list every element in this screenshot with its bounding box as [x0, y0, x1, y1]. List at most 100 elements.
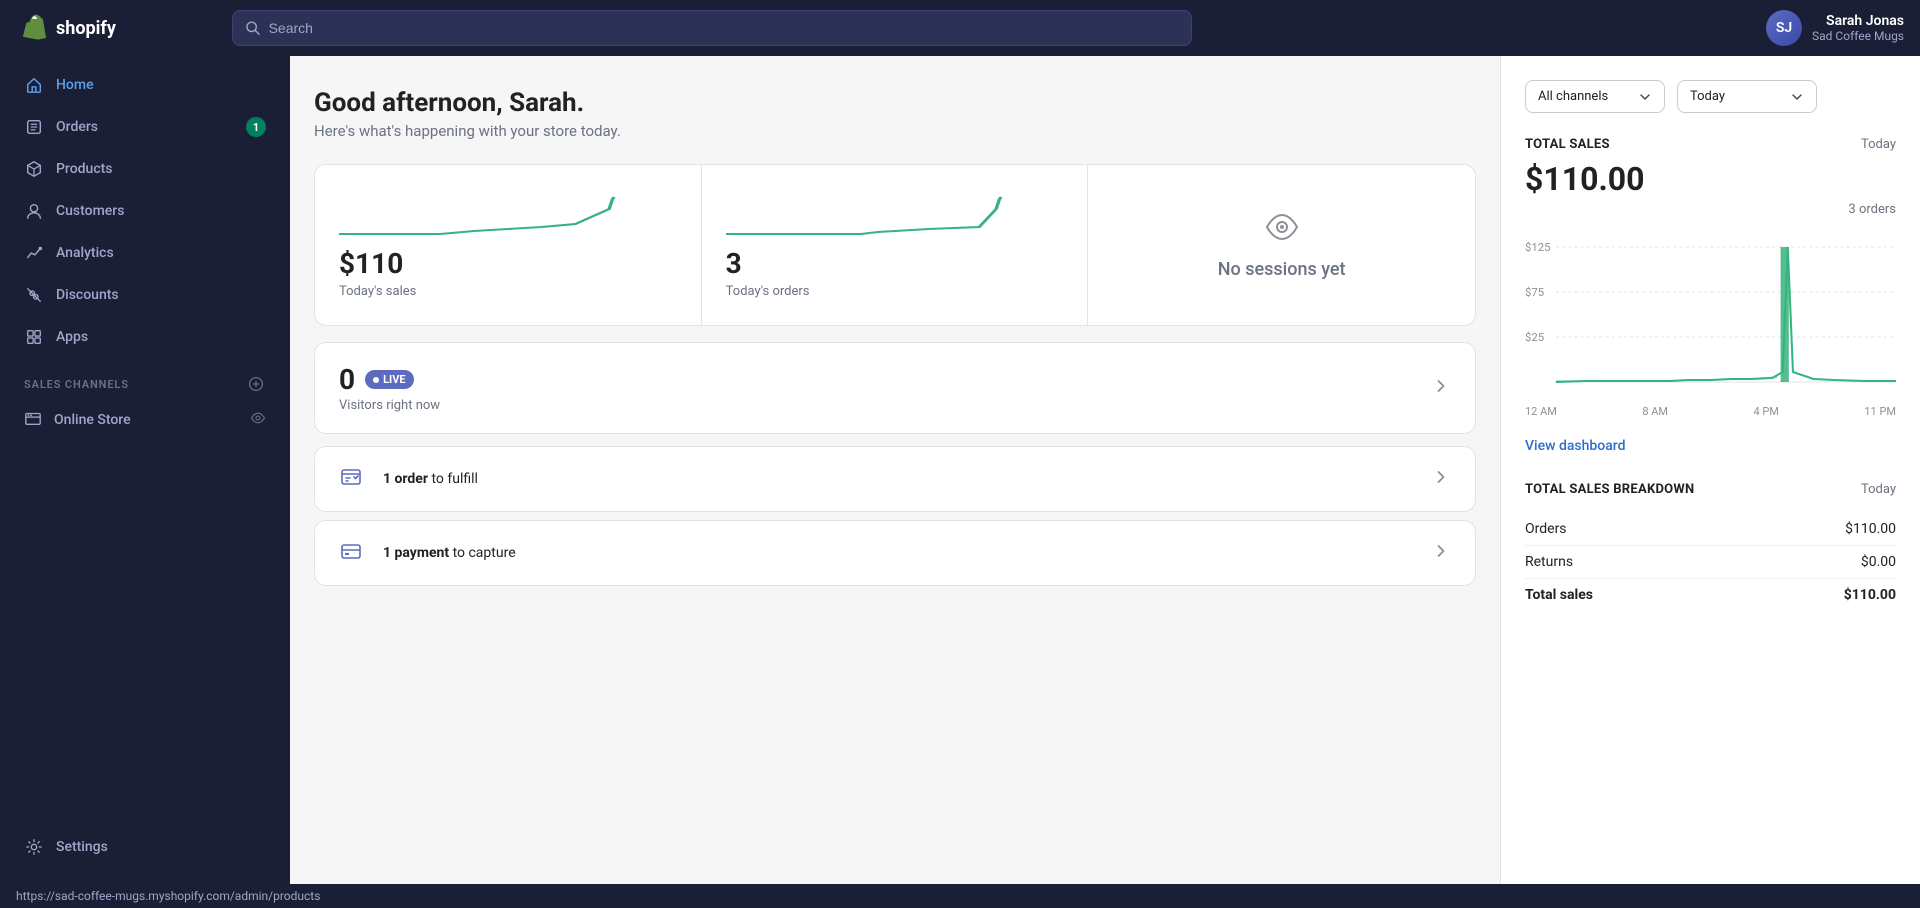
orders-label: Today's orders: [726, 284, 810, 299]
stat-card-sessions[interactable]: No sessions yet: [1088, 165, 1475, 325]
sidebar-item-home[interactable]: Home: [8, 65, 282, 105]
action-card-fulfill[interactable]: 1 order to fulfill: [314, 446, 1476, 512]
svg-text:$125: $125: [1525, 241, 1550, 254]
view-dashboard-link[interactable]: View dashboard: [1525, 438, 1896, 454]
live-label: LIVE: [383, 373, 406, 386]
analytics-icon: [24, 243, 44, 263]
total-sales-title: TOTAL SALES: [1525, 137, 1610, 152]
orders-badge: 1: [246, 117, 266, 137]
fulfill-rest: to fulfill: [428, 471, 478, 487]
visitors-info: 0 LIVE Visitors right now: [339, 363, 440, 413]
stats-grid: $110 Today's sales 3 Today's orders: [314, 164, 1476, 326]
logo[interactable]: shopify: [16, 12, 216, 44]
sidebar-item-customers[interactable]: Customers: [8, 191, 282, 231]
chart-label-11pm: 11 PM: [1864, 405, 1896, 418]
avatar: SJ: [1766, 10, 1802, 46]
add-channel-icon[interactable]: [246, 374, 266, 394]
fulfill-icon: [339, 465, 367, 493]
greeting-subtitle: Here's what's happening with your store …: [314, 122, 1476, 140]
statusbar: https://sad-coffee-mugs.myshopify.com/ad…: [0, 884, 1920, 908]
fulfill-count: 1 order: [383, 471, 428, 487]
sidebar-item-analytics[interactable]: Analytics: [8, 233, 282, 273]
sidebar-label-discounts: Discounts: [56, 287, 119, 303]
breakdown-value-orders: $110.00: [1845, 521, 1896, 537]
greeting-section: Good afternoon, Sarah. Here's what's hap…: [314, 88, 1476, 140]
main-content: Good afternoon, Sarah. Here's what's hap…: [290, 56, 1500, 884]
payment-count: 1 payment: [383, 545, 449, 561]
sidebar-item-products[interactable]: Products: [8, 149, 282, 189]
sidebar-item-online-store[interactable]: Online Store: [8, 399, 282, 441]
live-dot: [373, 377, 379, 383]
sidebar-label-customers: Customers: [56, 203, 124, 219]
chart-label-8am: 8 AM: [1642, 405, 1668, 418]
fulfill-chevron-icon: [1431, 467, 1451, 491]
breakdown-row-orders: Orders $110.00: [1525, 513, 1896, 546]
topbar: shopify SJ Sarah Jonas Sad Coffee Mugs: [0, 0, 1920, 56]
period-dropdown[interactable]: Today: [1677, 80, 1817, 113]
filter-row: All channels Today: [1525, 80, 1896, 113]
breakdown-row-returns: Returns $0.00: [1525, 546, 1896, 579]
live-badge: LIVE: [365, 370, 414, 389]
search-bar[interactable]: [232, 10, 1192, 46]
payment-text: 1 payment to capture: [383, 545, 516, 561]
sales-channels-label: SALES CHANNELS: [24, 378, 129, 391]
user-info: Sarah Jonas Sad Coffee Mugs: [1812, 13, 1904, 43]
sidebar-label-home: Home: [56, 77, 94, 93]
chevron-down-icon-2: [1790, 90, 1804, 104]
svg-text:$75: $75: [1525, 286, 1544, 299]
sales-chart: $125 $75 $25: [1525, 237, 1896, 397]
visitors-label: Visitors right now: [339, 398, 440, 413]
settings-icon: [24, 837, 44, 857]
breakdown-label-total: Total sales: [1525, 587, 1593, 603]
total-sales-period: Today: [1861, 137, 1896, 152]
user-store: Sad Coffee Mugs: [1812, 29, 1904, 43]
breakdown-value-returns: $0.00: [1861, 554, 1896, 570]
home-icon: [24, 75, 44, 95]
visitors-count: 0: [339, 363, 355, 396]
orders-mini-chart: [726, 189, 1064, 239]
apps-icon: [24, 327, 44, 347]
action-card-payment[interactable]: 1 payment to capture: [314, 520, 1476, 586]
breakdown-label-orders: Orders: [1525, 521, 1567, 537]
discounts-icon: [24, 285, 44, 305]
sidebar-label-apps: Apps: [56, 329, 88, 345]
breakdown-row-total: Total sales $110.00: [1525, 579, 1896, 611]
greeting-title: Good afternoon, Sarah.: [314, 88, 1476, 118]
period-dropdown-label: Today: [1690, 89, 1725, 104]
fulfill-text: 1 order to fulfill: [383, 471, 478, 487]
search-input[interactable]: [269, 20, 1179, 36]
visitors-card[interactable]: 0 LIVE Visitors right now: [314, 342, 1476, 434]
orders-icon: [24, 117, 44, 137]
online-store-icon: [24, 409, 42, 431]
right-panel: All channels Today TOTAL SALES Today $11…: [1500, 56, 1920, 884]
sidebar-item-settings[interactable]: Settings: [8, 827, 282, 867]
sidebar-label-analytics: Analytics: [56, 245, 114, 261]
total-sales-orders: 3 orders: [1848, 202, 1896, 217]
online-store-eye-icon[interactable]: [250, 410, 266, 430]
search-icon: [245, 20, 261, 36]
svg-text:$25: $25: [1525, 331, 1544, 344]
sidebar-item-orders[interactable]: Orders 1: [8, 107, 282, 147]
chart-label-4pm: 4 PM: [1753, 405, 1778, 418]
customers-icon: [24, 201, 44, 221]
payment-icon: [339, 539, 367, 567]
channels-dropdown[interactable]: All channels: [1525, 80, 1665, 113]
breakdown-period: Today: [1861, 482, 1896, 497]
total-sales-value: $110.00: [1525, 160, 1896, 198]
logo-text: shopify: [56, 18, 116, 39]
visitors-chevron-icon: [1431, 376, 1451, 400]
payment-chevron-icon: [1431, 541, 1451, 565]
sidebar-item-apps[interactable]: Apps: [8, 317, 282, 357]
sidebar-label-settings: Settings: [56, 839, 108, 855]
sales-channels-section: SALES CHANNELS: [0, 358, 290, 398]
user-menu[interactable]: SJ Sarah Jonas Sad Coffee Mugs: [1766, 10, 1904, 46]
products-icon: [24, 159, 44, 179]
chart-label-12am: 12 AM: [1525, 405, 1557, 418]
breakdown-header: TOTAL SALES BREAKDOWN Today: [1525, 482, 1896, 497]
stat-card-orders[interactable]: 3 Today's orders: [702, 165, 1089, 325]
channels-dropdown-label: All channels: [1538, 89, 1608, 104]
stat-card-sales[interactable]: $110 Today's sales: [315, 165, 702, 325]
sidebar-item-discounts[interactable]: Discounts: [8, 275, 282, 315]
online-store-label: Online Store: [54, 412, 131, 428]
sessions-value: No sessions yet: [1218, 259, 1346, 280]
